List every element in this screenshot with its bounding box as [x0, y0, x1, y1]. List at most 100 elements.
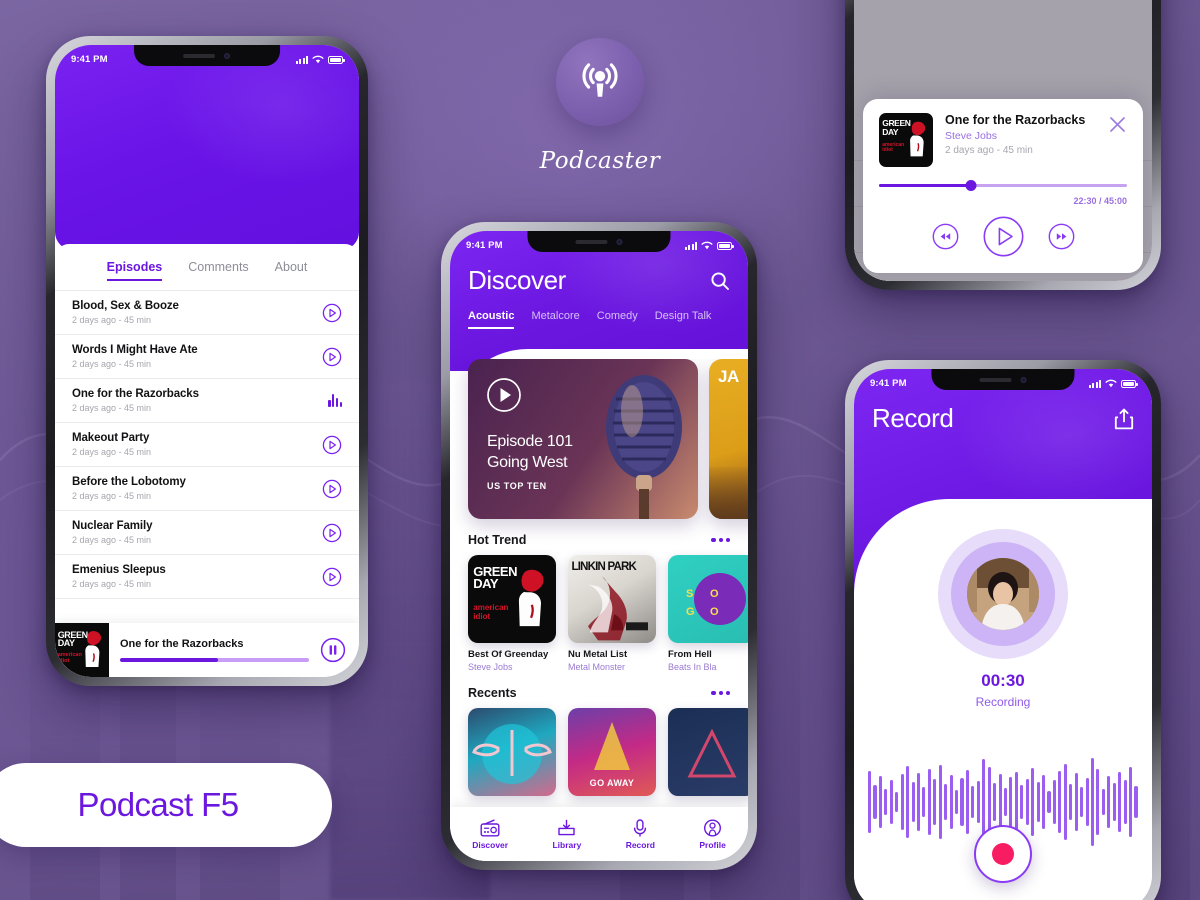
table-row[interactable]: Words I Might Have Ate 2 days ago - 45 m…	[55, 335, 359, 379]
list-item[interactable]: GO AWAY	[568, 708, 656, 796]
recents-list[interactable]: GO AWAY	[450, 708, 748, 796]
album-art-linkin-park: LINKIN PARK	[568, 555, 656, 643]
tab-acoustic[interactable]: Acoustic	[468, 310, 515, 329]
mini-player-progress[interactable]	[120, 658, 309, 662]
recents-label: GO AWAY	[589, 778, 635, 789]
search-icon[interactable]	[710, 271, 730, 291]
bottom-tab-bar: Discover Library Record Profile	[450, 807, 748, 861]
podcast-broadcast-icon	[556, 38, 644, 126]
play-circle-icon[interactable]	[322, 347, 342, 367]
table-row[interactable]: Emenius Sleepus 2 days ago - 45 min	[55, 555, 359, 599]
play-circle-outline-icon[interactable]	[486, 377, 522, 413]
tab-profile[interactable]: Profile	[699, 818, 726, 850]
featured-line1: Episode 101	[487, 433, 573, 450]
phone-discover: 9:41 PM Discover Acoustic Metalcore Come…	[441, 222, 757, 870]
list-item[interactable]: LINKIN PARK Nu Metal List Metal Monster	[568, 555, 656, 672]
download-box-icon	[558, 819, 576, 835]
jazz-artwork	[709, 467, 748, 519]
play-circle-icon[interactable]	[322, 435, 342, 455]
album-art-so-go: S O G O	[668, 555, 748, 643]
radio-icon	[480, 819, 500, 837]
tab-record[interactable]: Record	[626, 818, 655, 850]
player-controls	[879, 216, 1127, 257]
tab-about[interactable]: About	[275, 260, 308, 281]
list-item[interactable]	[468, 708, 556, 796]
list-item[interactable]	[668, 708, 748, 796]
section-title-hot-trend: Hot Trend	[468, 533, 527, 547]
featured-line2: Going West	[487, 454, 568, 471]
brand-logo-block: Podcaster	[535, 38, 665, 174]
episode-meta: 2 days ago - 45 min	[72, 447, 152, 457]
table-row[interactable]: Makeout Party 2 days ago - 45 min	[55, 423, 359, 467]
phone-player: One for the Razorbacks 2 days ago - 45 m…	[845, 0, 1161, 290]
table-row[interactable]: Nuclear Family 2 days ago - 45 min	[55, 511, 359, 555]
tile-title: From Hell	[668, 649, 712, 660]
episode-meta: 2 days ago - 45 min	[72, 491, 152, 501]
hot-trend-list[interactable]: GREEN DAY american idiot Best Of Greenday …	[450, 555, 748, 672]
mini-player[interactable]: GREEN DAY american idiot One for the Razor…	[55, 623, 359, 677]
featured-next-label: JA	[718, 367, 739, 386]
now-playing-title: One for the Razorbacks	[945, 113, 1086, 127]
more-dots-icon[interactable]	[711, 537, 730, 543]
status-time: 9:41 PM	[466, 240, 503, 251]
episode-list: Blood, Sex & Booze 2 days ago - 45 min W…	[55, 290, 359, 599]
episode-title: Nuclear Family	[72, 520, 153, 532]
episode-title: Blood, Sex & Booze	[72, 300, 179, 312]
album-art-blue-triangle	[668, 708, 748, 796]
table-row[interactable]: One for the Razorbacks 2 days ago - 45 m…	[55, 379, 359, 423]
section-title-recents: Recents	[468, 686, 517, 700]
record-timer: 00:30	[981, 671, 1025, 690]
episode-title: Makeout Party	[72, 432, 150, 444]
equalizer-icon[interactable]	[328, 394, 342, 407]
play-circle-icon[interactable]	[322, 479, 342, 499]
episode-title: Emenius Sleepus	[72, 564, 166, 576]
phone-record: 9:41 PM Record 00:30 Recording	[845, 360, 1161, 900]
album-art-dragonfly	[468, 708, 556, 796]
table-row[interactable]: Before the Lobotomy 2 days ago - 45 min	[55, 467, 359, 511]
tab-design-talk[interactable]: Design Talk	[655, 310, 712, 329]
more-dots-icon[interactable]	[711, 690, 730, 696]
wifi-icon	[312, 55, 324, 64]
notch	[527, 231, 671, 252]
tab-metalcore[interactable]: Metalcore	[531, 310, 579, 329]
table-row[interactable]: Blood, Sex & Booze 2 days ago - 45 min	[55, 291, 359, 335]
record-button-icon[interactable]	[974, 825, 1032, 883]
tab-comedy[interactable]: Comedy	[597, 310, 638, 329]
genre-tabs: Acoustic Metalcore Comedy Design Talk	[450, 296, 748, 329]
svg-text:G: G	[686, 606, 695, 618]
play-circle-icon[interactable]	[322, 523, 342, 543]
user-avatar	[967, 558, 1039, 630]
playback-time: 22:30 / 45:00	[1073, 196, 1127, 206]
list-item[interactable]: S O G O From Hell Beats In Bla	[668, 555, 748, 672]
tab-episodes[interactable]: Episodes	[106, 260, 163, 281]
wifi-icon	[1105, 379, 1117, 388]
play-circle-icon[interactable]	[322, 303, 342, 323]
tab-library[interactable]: Library	[552, 819, 581, 850]
forward-icon[interactable]	[1048, 223, 1075, 250]
play-circle-icon[interactable]	[322, 567, 342, 587]
rewind-icon[interactable]	[932, 223, 959, 250]
play-icon[interactable]	[982, 216, 1024, 257]
episodes-tabs: Episodes Comments About	[55, 244, 359, 290]
battery-icon	[328, 55, 345, 64]
record-status: Recording	[975, 695, 1031, 709]
close-icon[interactable]	[1108, 115, 1127, 134]
page-title: Discover	[468, 265, 566, 295]
tab-discover[interactable]: Discover	[472, 819, 508, 850]
seek-slider[interactable]	[879, 179, 1127, 193]
featured-card-next[interactable]: JA	[709, 359, 748, 519]
share-icon[interactable]	[1114, 408, 1134, 430]
episode-meta: 2 days ago - 45 min	[72, 403, 152, 413]
pause-circle-icon[interactable]	[320, 637, 346, 663]
battery-icon	[1121, 379, 1138, 388]
list-item[interactable]: GREEN DAY american idiot Best Of Greenday …	[468, 555, 556, 672]
featured-tag: US TOP TEN	[487, 481, 547, 491]
tab-comments[interactable]: Comments	[188, 260, 248, 281]
featured-card[interactable]: Episode 101 Going West US TOP TEN	[468, 359, 698, 519]
episode-meta: 2 days ago - 45 min	[72, 579, 152, 589]
svg-text:S: S	[686, 588, 693, 600]
cellular-signal-icon	[685, 241, 697, 250]
project-title-pill: Podcast F5	[0, 763, 332, 847]
notch	[931, 369, 1075, 390]
featured-carousel[interactable]: Episode 101 Going West US TOP TEN JA	[450, 359, 748, 519]
